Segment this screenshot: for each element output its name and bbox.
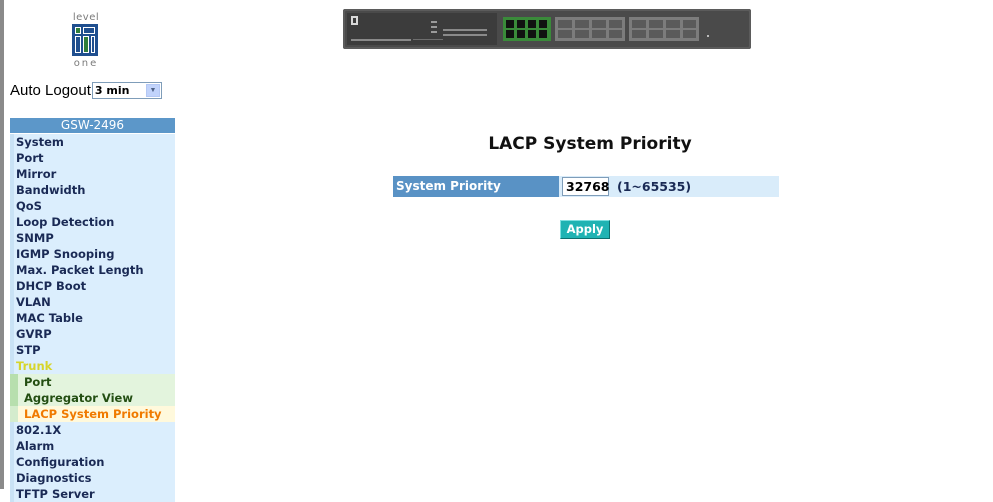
system-priority-row: System Priority 32768 (1~65535) [393, 176, 779, 197]
system-priority-range: (1~65535) [617, 179, 692, 194]
sidebar-item-mirror[interactable]: Mirror [10, 166, 175, 182]
auto-logout-select[interactable]: 3 min ▼ [91, 81, 162, 99]
sidebar-item-8021x[interactable]: 802.1X [10, 422, 175, 438]
sidebar-item-gvrp[interactable]: GVRP [10, 326, 175, 342]
sidebar-item-loop-detection[interactable]: Loop Detection [10, 214, 175, 230]
sidebar-item-max-packet-length[interactable]: Max. Packet Length [10, 262, 175, 278]
logo-mark-icon [72, 24, 98, 56]
switch-front-panel-image [343, 9, 751, 49]
sidebar-item-igmp-snooping[interactable]: IGMP Snooping [10, 246, 175, 262]
auto-logout: Auto Logout 3 min ▼ [10, 80, 162, 100]
level-one-logo: level one [66, 12, 106, 70]
sidebar-item-vlan[interactable]: VLAN [10, 294, 175, 310]
sidebar-item-alarm[interactable]: Alarm [10, 438, 175, 454]
sidebar-item-trunk[interactable]: Trunk [10, 358, 175, 374]
sidebar-item-system[interactable]: System [10, 134, 175, 150]
sidebar-item-port[interactable]: Port [10, 150, 175, 166]
sidebar-title: GSW-2496 [10, 118, 175, 133]
system-priority-label: System Priority [393, 176, 559, 197]
sidebar-menu: System Port Mirror Bandwidth QoS Loop De… [10, 134, 175, 502]
chevron-down-icon[interactable]: ▼ [145, 83, 160, 97]
apply-button[interactable]: Apply [560, 220, 610, 239]
sidebar-item-snmp[interactable]: SNMP [10, 230, 175, 246]
sidebar-item-mac-table[interactable]: MAC Table [10, 310, 175, 326]
sidebar: level one Auto Logout 3 min ▼ GSW-2496 S… [4, 0, 175, 502]
sidebar-item-stp[interactable]: STP [10, 342, 175, 358]
sidebar-subitem-lacp-system-priority[interactable]: LACP System Priority [10, 406, 175, 422]
logo-top-text: level [72, 12, 100, 23]
page-title: LACP System Priority [488, 134, 692, 154]
auto-logout-label: Auto Logout [10, 81, 91, 99]
sidebar-item-qos[interactable]: QoS [10, 198, 175, 214]
logo-bottom-text: one [73, 58, 99, 69]
sidebar-item-dhcp-boot[interactable]: DHCP Boot [10, 278, 175, 294]
sidebar-subitem-aggregator-view[interactable]: Aggregator View [10, 390, 175, 406]
sidebar-item-tftp-server[interactable]: TFTP Server [10, 486, 175, 502]
sidebar-item-bandwidth[interactable]: Bandwidth [10, 182, 175, 198]
sidebar-item-diagnostics[interactable]: Diagnostics [10, 470, 175, 486]
auto-logout-value: 3 min [94, 83, 130, 97]
sidebar-subitem-trunk-port[interactable]: Port [10, 374, 175, 390]
sidebar-item-configuration[interactable]: Configuration [10, 454, 175, 470]
system-priority-input[interactable]: 32768 [562, 177, 610, 196]
